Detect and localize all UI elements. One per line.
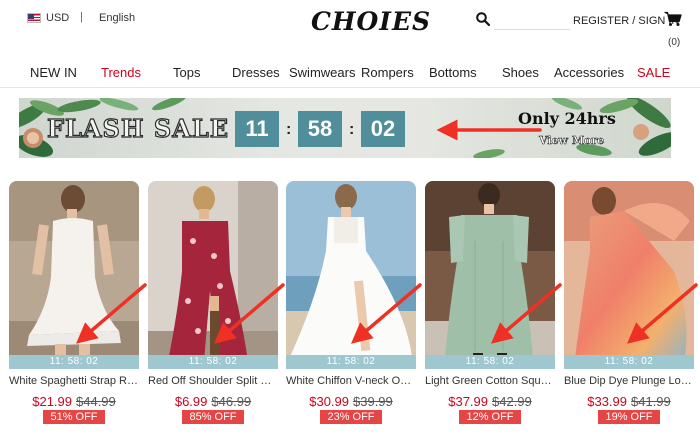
product-name[interactable]: Blue Dip Dye Plunge Long Sleeve Maxi Dre… <box>564 375 694 387</box>
discount-badge: 19% OFF <box>598 410 660 424</box>
product-card[interactable]: 11: 58: 02 Blue Dip Dye Plunge Long Slee… <box>564 181 694 424</box>
product-card[interactable]: 11: 58: 02 Red Off Shoulder Split Side F… <box>148 181 278 424</box>
product-image[interactable]: 11: 58: 02 <box>148 181 278 369</box>
original-price: $41.99 <box>631 394 671 409</box>
nav-shoes[interactable]: Shoes <box>502 65 539 80</box>
original-price: $44.99 <box>76 394 116 409</box>
nav-bottoms[interactable]: Bottoms <box>429 65 477 80</box>
main-nav: NEW IN Trends Tops Dresses Swimwears Rom… <box>0 60 700 88</box>
product-name[interactable]: Light Green Cotton Square Neck Maxi Dres… <box>425 375 555 387</box>
product-image[interactable]: 11: 58: 02 <box>9 181 139 369</box>
countdown-colon: : <box>286 121 292 138</box>
original-price: $46.99 <box>211 394 252 409</box>
register-link[interactable]: REGISTER <box>573 15 629 27</box>
product-image[interactable]: 11: 58: 02 <box>286 181 416 369</box>
sale-price: $6.99 <box>174 394 208 409</box>
flash-sale-title: FLASH SALE <box>46 113 230 143</box>
currency-selector[interactable]: USD <box>46 12 69 24</box>
product-countdown: 11: 58: 02 <box>425 355 555 369</box>
sale-price: $21.99 <box>32 394 72 409</box>
nav-new-in[interactable]: NEW IN <box>30 65 77 80</box>
countdown-colon: : <box>349 121 355 138</box>
shopping-cart-icon[interactable] <box>664 11 682 27</box>
product-prices: $37.99 $42.99 <box>425 394 555 409</box>
product-name[interactable]: Red Off Shoulder Split Side Floral Maxi … <box>148 375 278 387</box>
nav-sale[interactable]: SALE <box>637 65 670 80</box>
product-card[interactable]: 11: 58: 02 White Chiffon V-neck Open Bac… <box>286 181 416 424</box>
nav-rompers[interactable]: Rompers <box>361 65 414 80</box>
view-more-link[interactable]: View More <box>539 134 605 148</box>
nav-swimwears[interactable]: Swimwears <box>289 65 355 80</box>
original-price: $39.99 <box>353 394 393 409</box>
countdown-minutes: 58 <box>298 111 342 147</box>
product-prices: $21.99 $44.99 <box>9 394 139 409</box>
separator: | <box>80 11 83 23</box>
sale-price: $37.99 <box>448 394 488 409</box>
product-image[interactable]: 11: 58: 02 <box>425 181 555 369</box>
product-prices: $30.99 $39.99 <box>286 394 416 409</box>
product-name[interactable]: White Spaghetti Strap Ruffle Hem Bodycon… <box>9 375 139 387</box>
product-prices: $6.99 $46.99 <box>148 394 278 409</box>
countdown-seconds: 02 <box>361 111 405 147</box>
top-bar: USD | English CHOIES REGISTER / SIGN IN … <box>0 0 700 60</box>
site-logo[interactable]: CHOIES <box>311 7 431 36</box>
discount-badge: 51% OFF <box>43 410 105 424</box>
product-countdown: 11: 58: 02 <box>564 355 694 369</box>
search-input[interactable] <box>494 10 570 30</box>
product-card[interactable]: 11: 58: 02 White Spaghetti Strap Ruffle … <box>9 181 139 424</box>
nav-accessories[interactable]: Accessories <box>554 65 624 80</box>
product-countdown: 11: 58: 02 <box>148 355 278 369</box>
sale-price: $30.99 <box>309 394 349 409</box>
discount-badge: 85% OFF <box>182 410 244 424</box>
flash-sale-banner[interactable]: FLASH SALE 11 : 58 : 02 Only 24hrs View … <box>19 98 671 158</box>
nav-tops[interactable]: Tops <box>173 65 200 80</box>
product-countdown: 11: 58: 02 <box>286 355 416 369</box>
sale-price: $33.99 <box>587 394 627 409</box>
product-prices: $33.99 $41.99 <box>564 394 694 409</box>
discount-badge: 23% OFF <box>320 410 382 424</box>
product-name[interactable]: White Chiffon V-neck Open Back Maxi Dres… <box>286 375 416 387</box>
banner-tagline: Only 24hrs <box>518 109 616 128</box>
nav-dresses[interactable]: Dresses <box>232 65 280 80</box>
product-card[interactable]: 11: 58: 02 Light Green Cotton Square Nec… <box>425 181 555 424</box>
original-price: $42.99 <box>492 394 532 409</box>
countdown-hours: 11 <box>235 111 279 147</box>
us-flag-icon[interactable] <box>27 13 41 23</box>
search-icon[interactable] <box>476 12 490 26</box>
slash: / <box>632 15 636 27</box>
discount-badge: 12% OFF <box>459 410 521 424</box>
nav-trends[interactable]: Trends <box>101 65 141 80</box>
cart-count[interactable]: (0) <box>668 37 680 48</box>
product-countdown: 11: 58: 02 <box>9 355 139 369</box>
language-selector[interactable]: English <box>99 12 135 24</box>
product-image[interactable]: 11: 58: 02 <box>564 181 694 369</box>
